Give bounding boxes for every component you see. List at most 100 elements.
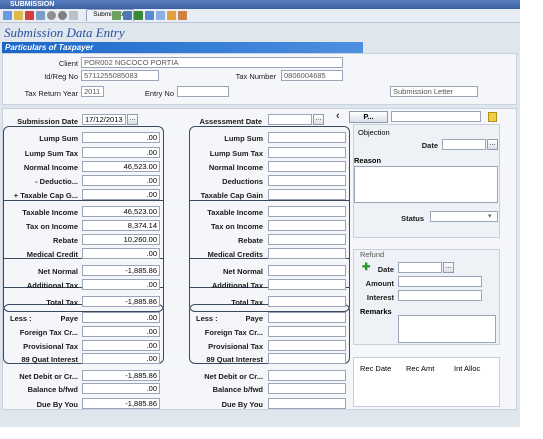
refund-label: Refund — [360, 250, 385, 259]
receipts-header-int: Int Alloc — [454, 364, 481, 373]
left-row-value[interactable]: 10,260.00 — [82, 234, 160, 245]
delete-icon[interactable] — [25, 11, 34, 20]
submission-letter-field[interactable]: Submission Letter — [390, 86, 478, 97]
left-row-value[interactable]: .00 — [82, 189, 160, 200]
middle-row-label: Lump Sum Tax — [209, 149, 263, 158]
middle-row-value[interactable] — [268, 383, 346, 394]
left-row-value[interactable]: 46,523.00 — [82, 161, 160, 172]
left-row-value[interactable]: .00 — [82, 312, 160, 323]
left-row-value[interactable]: 8,374.14 — [82, 220, 160, 231]
middle-row-value[interactable] — [268, 279, 346, 290]
left-row-value[interactable]: .00 — [82, 326, 160, 337]
middle-row-value[interactable] — [268, 340, 346, 351]
middle-row-label: Foreign Tax Cr... — [204, 328, 263, 337]
objection-date-picker-button[interactable]: … — [487, 139, 498, 150]
left-row-label: Provisional Tax — [23, 342, 78, 351]
reason-label: Reason — [354, 156, 382, 165]
stop-icon[interactable] — [47, 11, 56, 20]
entryno-field[interactable] — [177, 86, 229, 97]
middle-row-label: 89 Quat Interest — [206, 355, 263, 364]
p-value-field[interactable] — [391, 111, 481, 122]
left-row-label: Balance b/fwd — [27, 385, 78, 394]
middle-row-value[interactable] — [268, 161, 346, 172]
assessment-date-picker-button[interactable]: … — [313, 114, 324, 125]
print-icon[interactable] — [123, 11, 132, 20]
left-row-value[interactable]: .00 — [82, 383, 160, 394]
submission-date-field[interactable]: 17/12/2013 — [82, 114, 126, 125]
remarks-textarea[interactable] — [398, 315, 496, 343]
middle-row-label: Lump Sum — [224, 134, 263, 143]
middle-row-value[interactable] — [268, 175, 346, 186]
calendar-icon[interactable] — [167, 11, 176, 20]
left-row-value[interactable]: .00 — [82, 340, 160, 351]
objection-date-field[interactable] — [442, 139, 486, 150]
chevron-left-icon[interactable]: ‹ — [336, 110, 340, 122]
middle-row-value[interactable] — [268, 147, 346, 158]
middle-row-value[interactable] — [268, 220, 346, 231]
amount-field[interactable] — [398, 276, 482, 287]
left-row-value[interactable]: .00 — [82, 279, 160, 290]
client-field[interactable]: POR002 NGCOCO PORTIA — [81, 57, 343, 68]
middle-row-label: Total Tax — [231, 298, 263, 307]
amount-label: Amount — [365, 279, 394, 288]
note-icon[interactable] — [488, 112, 497, 122]
middle-row-value[interactable] — [268, 189, 346, 200]
report-icon[interactable] — [178, 11, 187, 20]
middle-row-value[interactable] — [268, 326, 346, 337]
middle-row-value[interactable] — [268, 265, 346, 276]
left-row-value[interactable]: 46,523.00 — [82, 206, 160, 217]
idreg-label: Id/Reg No — [44, 72, 78, 81]
left-row-label: Rebate — [52, 236, 78, 245]
middle-row-label: Provisional Tax — [208, 342, 263, 351]
assessment-date-field[interactable] — [268, 114, 312, 125]
left-row-value[interactable]: -1,885.86 — [82, 370, 160, 381]
left-divider — [3, 200, 164, 201]
download-icon[interactable] — [145, 11, 154, 20]
left-row-value[interactable]: .00 — [82, 175, 160, 186]
middle-row-value[interactable] — [268, 234, 346, 245]
middle-row-value[interactable] — [268, 370, 346, 381]
middle-row-value[interactable] — [268, 296, 346, 307]
arrow-icon[interactable] — [134, 11, 143, 20]
left-row-value[interactable]: .00 — [82, 132, 160, 143]
left-row-label: Net Debit or Cr... — [19, 372, 78, 381]
left-row-value[interactable]: -1,885.86 — [82, 296, 160, 307]
chevron-down-icon[interactable]: ▾ — [488, 212, 492, 220]
taxyear-label: Tax Return Year — [24, 89, 78, 98]
left-row-value[interactable]: .00 — [82, 248, 160, 259]
taxnumber-field[interactable]: 0806004685 — [281, 70, 343, 81]
add-refund-icon[interactable]: ✚ — [362, 262, 370, 273]
reason-textarea[interactable] — [354, 166, 498, 203]
taxyear-field[interactable]: 2011 — [81, 86, 104, 97]
middle-row-value[interactable] — [268, 353, 346, 364]
interest-field[interactable] — [398, 290, 482, 301]
middle-row-value[interactable] — [268, 206, 346, 217]
entryno-label: Entry No — [144, 89, 174, 98]
left-row-value[interactable]: .00 — [82, 147, 160, 158]
undo-icon[interactable] — [36, 11, 45, 20]
middle-row-value[interactable] — [268, 132, 346, 143]
middle-row-value[interactable] — [268, 248, 346, 259]
tools-icon[interactable] — [112, 11, 121, 20]
edit-icon[interactable] — [14, 11, 23, 20]
refund-date-field[interactable] — [398, 262, 442, 273]
record-icon[interactable] — [58, 11, 67, 20]
middle-row-label2: Paye — [245, 314, 263, 323]
middle-row-value[interactable] — [268, 312, 346, 323]
idreg-field[interactable]: 5711255085083 — [81, 70, 159, 81]
left-row-label: Net Normal — [37, 267, 78, 276]
refund-date-picker-button[interactable]: … — [443, 262, 454, 273]
page-title: Submission Data Entry — [4, 25, 125, 40]
new-icon[interactable] — [3, 11, 12, 20]
chart-icon[interactable] — [156, 11, 165, 20]
search-icon[interactable] — [69, 11, 78, 20]
submission-date-picker-button[interactable]: … — [127, 114, 138, 125]
objection-date-label: Date — [421, 141, 438, 150]
left-row-value[interactable]: -1,885.86 — [82, 265, 160, 276]
middle-row-value[interactable] — [268, 398, 346, 409]
left-row-label: Medical Credit — [26, 250, 78, 259]
refund-date-label: Date — [377, 265, 394, 274]
p-button[interactable]: P... — [349, 111, 388, 123]
left-row-value[interactable]: .00 — [82, 353, 160, 364]
left-row-value[interactable]: -1,885.86 — [82, 398, 160, 409]
